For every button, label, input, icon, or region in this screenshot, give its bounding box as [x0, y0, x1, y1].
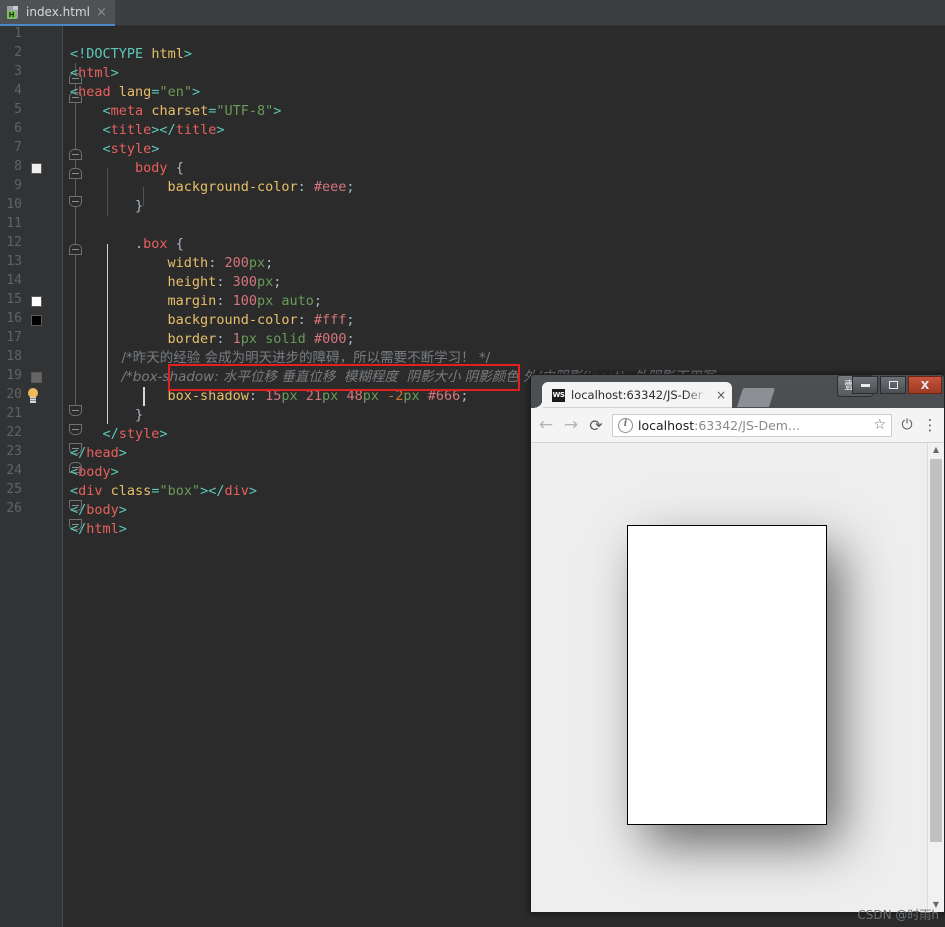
chrome-menu-icon[interactable]: ⋮: [922, 417, 938, 433]
url-host: localhost: [638, 417, 695, 433]
forward-icon[interactable]: →: [562, 416, 580, 434]
tab-close-icon[interactable]: ×: [714, 389, 728, 401]
line-number-2: 2: [14, 45, 22, 60]
color-swatch-icon[interactable]: [31, 315, 42, 326]
code-line-26: </html>: [70, 521, 127, 537]
browser-tab[interactable]: WS localhost:63342/JS-Der ×: [533, 382, 732, 408]
page-scrollbar[interactable]: ▲ ▼: [927, 443, 944, 912]
tab-bar-empty-area: [114, 0, 945, 26]
back-icon[interactable]: ←: [537, 416, 555, 434]
watermark: CSDN @时雨h: [857, 908, 939, 922]
demo-box-element: [627, 525, 827, 825]
line-number-20: 20: [6, 387, 22, 402]
html-badge: H: [7, 10, 16, 19]
line-number-4: 4: [14, 83, 22, 98]
line-number-1: 1: [14, 26, 22, 41]
page-viewport: ▲ ▼: [531, 443, 944, 912]
line-number-14: 14: [6, 273, 22, 288]
color-swatch-icon[interactable]: [31, 296, 42, 307]
line-number-15: 15: [6, 292, 22, 307]
line-number-23: 23: [6, 444, 22, 459]
bookmark-star-icon[interactable]: ☆: [873, 418, 886, 432]
power-icon[interactable]: ⏻: [899, 417, 915, 433]
line-number-7: 7: [14, 140, 22, 155]
line-number-21: 21: [6, 406, 22, 421]
new-tab-button[interactable]: [736, 388, 776, 407]
browser-tab-title: localhost:63342/JS-Der: [571, 388, 703, 402]
webstorm-favicon: WS: [552, 388, 565, 402]
line-number-11: 11: [6, 216, 22, 231]
line-number-3: 3: [14, 64, 22, 79]
line-number-6: 6: [14, 121, 22, 136]
line-number-22: 22: [6, 425, 22, 440]
line-number-24: 24: [6, 463, 22, 478]
line-number-8: 8: [14, 159, 22, 174]
line-number-19: 19: [6, 368, 22, 383]
line-number-17: 17: [6, 330, 22, 345]
close-icon[interactable]: ×: [96, 6, 107, 19]
editor-tab-bar: H index.html ×: [0, 0, 945, 26]
url-path: :63342/JS-Dem…: [694, 417, 801, 433]
line-number-5: 5: [14, 102, 22, 117]
line-number-16: 16: [6, 311, 22, 326]
page-info-icon[interactable]: i: [618, 417, 633, 433]
editor-gutter[interactable]: 1 2 3 4 5 6 7 8 9 10 11 12 13 14 15 16 17 18 19 20 21 22 23 24 2…: [0, 26, 63, 927]
line-number-25: 25: [6, 482, 22, 497]
scroll-up-arrow-icon[interactable]: ▲: [928, 443, 944, 457]
editor-tab-index-html[interactable]: H index.html ×: [0, 0, 115, 26]
color-swatch-icon[interactable]: [31, 163, 42, 174]
line-number-18: 18: [6, 349, 22, 364]
color-swatch-icon[interactable]: [31, 372, 42, 383]
editor-tab-label: index.html: [26, 5, 90, 19]
html-file-icon: H: [7, 5, 20, 19]
intention-bulb-icon[interactable]: [25, 388, 41, 405]
scrollbar-thumb[interactable]: [930, 459, 942, 842]
address-bar[interactable]: i localhost:63342/JS-Dem… ☆: [612, 413, 892, 437]
chrome-browser-window[interactable]: 壹号 X WS localhost:63342/JS-Der × ← → ⟳ i…: [530, 374, 945, 913]
browser-toolbar: ← → ⟳ i localhost:63342/JS-Dem… ☆ ⏻ ⋮: [531, 408, 944, 443]
reload-icon[interactable]: ⟳: [587, 416, 605, 434]
address-bar-url: localhost:63342/JS-Dem…: [638, 418, 868, 433]
line-number-13: 13: [6, 254, 22, 269]
line-number-10: 10: [6, 197, 22, 212]
line-number-26: 26: [6, 501, 22, 516]
line-number-12: 12: [6, 235, 22, 250]
line-number-9: 9: [14, 178, 22, 193]
browser-tab-strip: WS localhost:63342/JS-Der ×: [530, 382, 945, 408]
